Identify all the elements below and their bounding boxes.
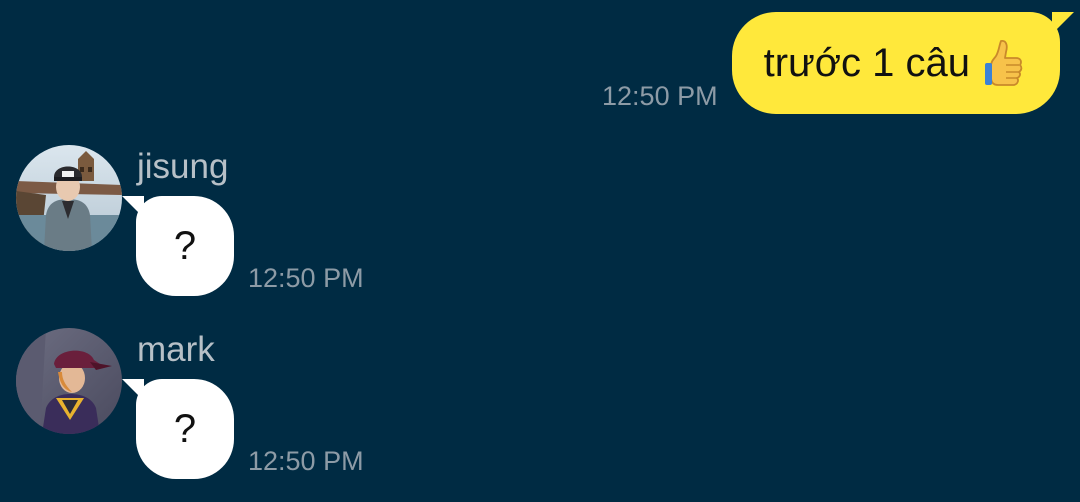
- sender-name: jisung: [137, 147, 229, 186]
- avatar[interactable]: [16, 328, 122, 434]
- message-text: ?: [173, 223, 197, 268]
- thumbs-up-icon: [984, 37, 1024, 89]
- incoming-message-bubble[interactable]: ?: [122, 196, 234, 296]
- message-text: trước 1 câu: [763, 40, 970, 85]
- incoming-message: mark ? 12:50 PM: [16, 328, 436, 488]
- incoming-message-bubble[interactable]: ?: [122, 379, 234, 479]
- message-timestamp: 12:50 PM: [602, 81, 718, 111]
- outgoing-message-bubble[interactable]: trước 1 câu: [731, 12, 1075, 114]
- avatar[interactable]: [16, 145, 122, 251]
- incoming-message: jisung ? 12:50 PM: [16, 145, 436, 305]
- outgoing-message-row: 12:50 PM trước 1 câu: [602, 12, 1075, 114]
- message-timestamp: 12:50 PM: [248, 263, 364, 293]
- sender-name: mark: [137, 330, 215, 369]
- message-text: ?: [173, 406, 197, 451]
- message-timestamp: 12:50 PM: [248, 446, 364, 476]
